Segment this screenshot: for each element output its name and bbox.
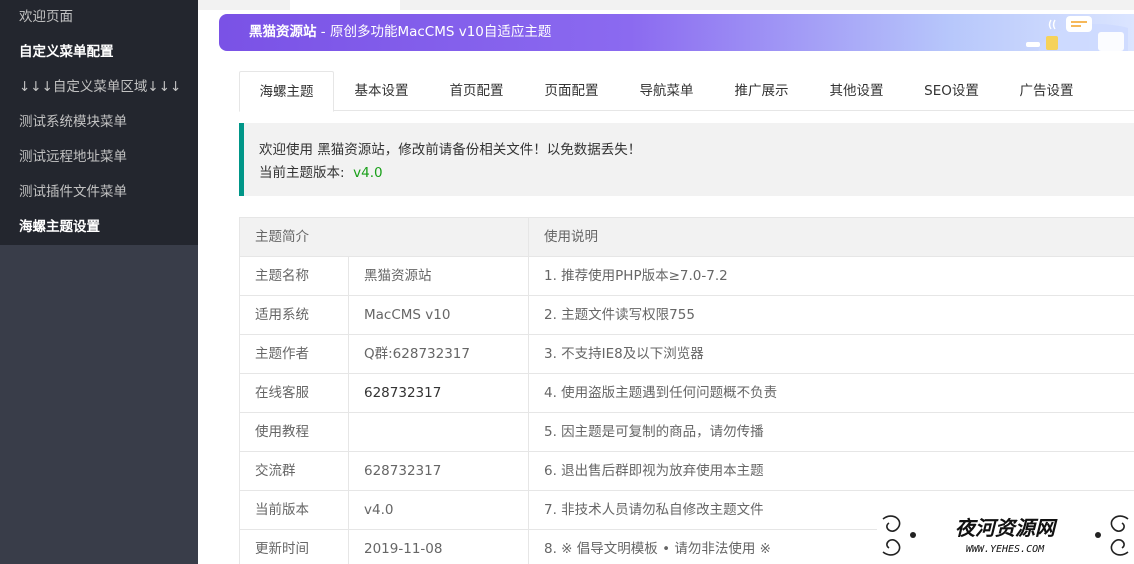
watermark-url: WWW.YEHES.COM xyxy=(966,544,1045,555)
row-value xyxy=(349,413,529,452)
row-note: 3. 不支持IE8及以下浏览器 xyxy=(544,346,704,362)
banner-illustration-icon xyxy=(1026,16,1128,51)
top-tab-strip xyxy=(198,0,1134,10)
row-key: 主题作者 xyxy=(239,335,349,374)
tab-page-config[interactable]: 页面配置 xyxy=(524,71,619,111)
tab-nav-menu[interactable]: 导航菜单 xyxy=(619,71,714,111)
row-value: 黑猫资源站 xyxy=(349,257,529,296)
content-panel: 黑猫资源站 - 原创多功能MacCMS v10自适应主题 海螺主题 基本设置 首… xyxy=(198,10,1134,564)
row-key: 更新时间 xyxy=(239,530,349,564)
table-header-row: 主题简介 使用说明 xyxy=(239,218,1134,257)
sidebar-item-test-plugin-file[interactable]: 测试插件文件菜单 xyxy=(0,175,198,210)
row-note: 5. 因主题是可复制的商品，请勿传播 xyxy=(544,424,764,440)
row-key: 在线客服 xyxy=(239,374,349,413)
tab-theme[interactable]: 海螺主题 xyxy=(239,71,334,112)
tab-seo-settings[interactable]: SEO设置 xyxy=(904,71,999,111)
row-key: 交流群 xyxy=(239,452,349,491)
open-page-tab[interactable] xyxy=(290,0,400,10)
table-row: 使用教程 5. 因主题是可复制的商品，请勿传播 xyxy=(239,413,1134,452)
table-row: 主题作者 Q群:628732317 3. 不支持IE8及以下浏览器 xyxy=(239,335,1134,374)
banner: 黑猫资源站 - 原创多功能MacCMS v10自适应主题 xyxy=(219,14,1134,51)
table-row: 交流群 628732317 6. 退出售后群即视为放弃使用本主题 xyxy=(239,452,1134,491)
sidebar-item-custom-menu-config[interactable]: 自定义菜单配置 xyxy=(0,35,198,70)
main-area: 黑猫资源站 - 原创多功能MacCMS v10自适应主题 海螺主题 基本设置 首… xyxy=(198,0,1134,564)
table-header-usage: 使用说明 xyxy=(544,229,598,245)
row-value: Q群:628732317 xyxy=(349,335,529,374)
sidebar-item-test-system-module[interactable]: 测试系统模块菜单 xyxy=(0,105,198,140)
row-value: 628732317 xyxy=(349,374,529,413)
row-key: 当前版本 xyxy=(239,491,349,530)
table-row: 适用系统 MacCMS v10 2. 主题文件读写权限755 xyxy=(239,296,1134,335)
row-value: MacCMS v10 xyxy=(349,296,529,335)
watermark-title: 夜河资源网 xyxy=(955,516,1058,540)
table-header-intro: 主题简介 xyxy=(239,218,529,257)
banner-title: 黑猫资源站 - 原创多功能MacCMS v10自适应主题 xyxy=(249,14,551,51)
sidebar: 欢迎页面 自定义菜单配置 ↓↓↓自定义菜单区域↓↓↓ 测试系统模块菜单 测试远程… xyxy=(0,0,198,564)
row-note: 2. 主题文件读写权限755 xyxy=(544,307,695,323)
version-label: 当前主题版本: xyxy=(259,165,345,181)
banner-brand: 黑猫资源站 xyxy=(249,24,317,40)
table-row: 主题名称 黑猫资源站 1. 推荐使用PHP版本≥7.0-7.2 xyxy=(239,257,1134,296)
row-value: 2019-11-08 xyxy=(349,530,529,564)
sidebar-item-test-remote-url[interactable]: 测试远程地址菜单 xyxy=(0,140,198,175)
row-note: 1. 推荐使用PHP版本≥7.0-7.2 xyxy=(544,268,728,284)
row-key: 主题名称 xyxy=(239,257,349,296)
row-value: v4.0 xyxy=(349,491,529,530)
row-key: 使用教程 xyxy=(239,413,349,452)
row-value: 628732317 xyxy=(349,452,529,491)
tab-promotion[interactable]: 推广展示 xyxy=(714,71,809,111)
tab-other-settings[interactable]: 其他设置 xyxy=(809,71,904,111)
watermark-logo: 夜河资源网 WWW.YEHES.COM xyxy=(877,507,1134,564)
tab-ad-settings[interactable]: 广告设置 xyxy=(999,71,1094,111)
sidebar-menu: 欢迎页面 自定义菜单配置 ↓↓↓自定义菜单区域↓↓↓ 测试系统模块菜单 测试远程… xyxy=(0,0,198,245)
notice-box: 欢迎使用 黑猫资源站，修改前请备份相关文件！以免数据丢失！ 当前主题版本: v4… xyxy=(239,123,1134,196)
sidebar-item-custom-menu-area[interactable]: ↓↓↓自定义菜单区域↓↓↓ xyxy=(0,70,198,105)
row-key: 适用系统 xyxy=(239,296,349,335)
tab-home-config[interactable]: 首页配置 xyxy=(429,71,524,111)
row-note: 4. 使用盗版主题遇到任何问题概不负责 xyxy=(544,385,778,401)
sidebar-item-theme-settings[interactable]: 海螺主题设置 xyxy=(0,210,198,245)
table-row: 在线客服 628732317 4. 使用盗版主题遇到任何问题概不负责 xyxy=(239,374,1134,413)
tab-basic-settings[interactable]: 基本设置 xyxy=(334,71,429,111)
banner-subtitle: - 原创多功能MacCMS v10自适应主题 xyxy=(316,24,552,40)
notice-version-line: 当前主题版本: v4.0 xyxy=(259,161,383,181)
version-value: v4.0 xyxy=(353,165,383,181)
settings-tabs: 海螺主题 基本设置 首页配置 页面配置 导航菜单 推广展示 其他设置 SEO设置… xyxy=(239,71,1134,112)
notice-message: 欢迎使用 黑猫资源站，修改前请备份相关文件！以免数据丢失！ xyxy=(259,142,642,158)
row-note: 6. 退出售后群即视为放弃使用本主题 xyxy=(544,463,764,479)
sidebar-item-welcome[interactable]: 欢迎页面 xyxy=(0,0,198,35)
watermark-ornament-icon: 夜河资源网 WWW.YEHES.COM xyxy=(882,515,1129,556)
